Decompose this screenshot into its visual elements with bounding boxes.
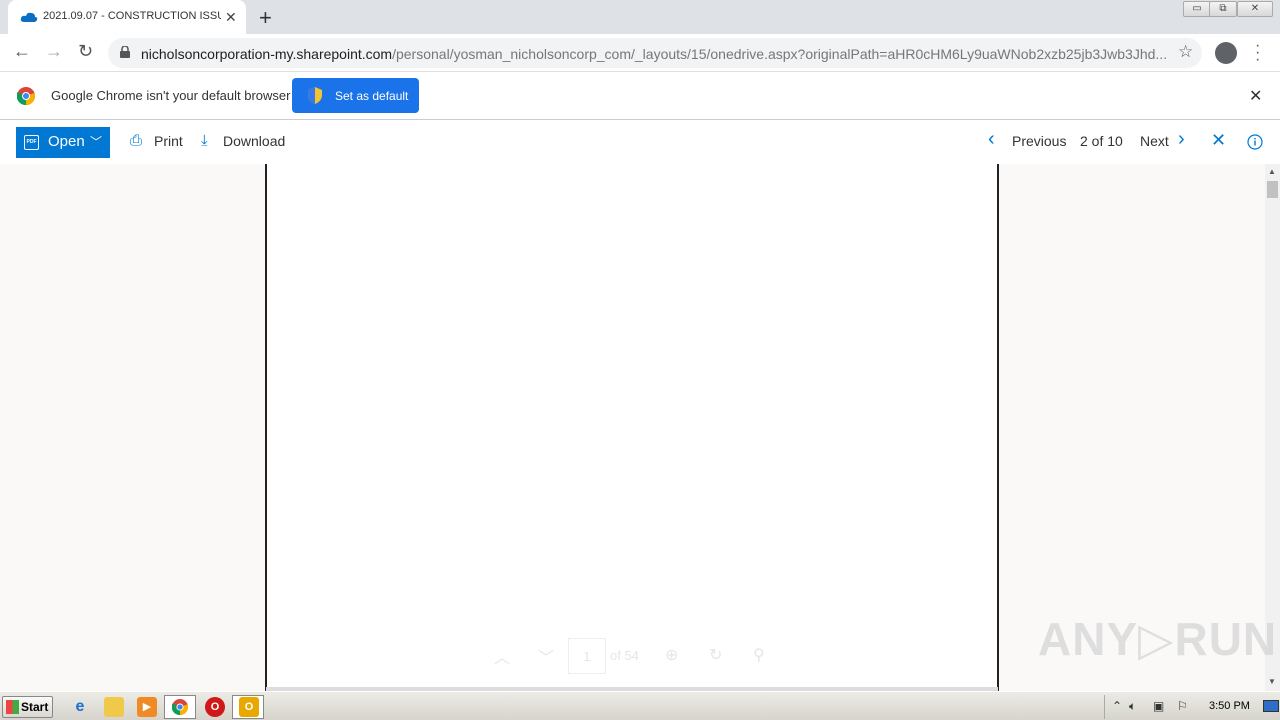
item-position: 2 of 10 xyxy=(1080,133,1123,149)
show-desktop-icon[interactable] xyxy=(1263,700,1279,712)
viewer-command-bar: PDF Open ﹀ ⎙ Print ⤓ Download ‹ Previous… xyxy=(0,121,1280,164)
shield-icon xyxy=(308,87,322,104)
infobar-close-icon[interactable]: ✕ xyxy=(1249,86,1262,106)
infobar-message: Google Chrome isn't your default browser xyxy=(51,88,291,103)
download-button[interactable]: Download xyxy=(223,133,285,149)
print-icon[interactable]: ⎙ xyxy=(130,132,142,149)
zoom-icon[interactable]: ⊕ xyxy=(665,645,678,665)
pdf-page-controls: ︿ ﹀ 1 of 54 ⊕ ↻ ⚲ xyxy=(490,638,780,674)
minimize-button[interactable]: ▭ xyxy=(1183,1,1211,17)
print-button[interactable]: Print xyxy=(154,133,183,149)
chrome-logo-icon xyxy=(17,87,35,105)
system-tray: ⌃ 🔈︎ ▣ ⚐ 3:50 PM xyxy=(1104,695,1280,719)
lock-icon xyxy=(120,46,130,58)
clock[interactable]: 3:50 PM xyxy=(1209,700,1250,712)
open-label: Open xyxy=(48,133,85,150)
new-tab-button[interactable]: + xyxy=(259,5,272,31)
previous-button[interactable]: Previous xyxy=(1012,133,1066,149)
chrome-taskbar-icon xyxy=(172,699,188,715)
chevron-left-icon[interactable]: ‹ xyxy=(988,128,995,151)
url-path: /personal/yosman_nicholsoncorp_com/_layo… xyxy=(392,46,1168,62)
chevron-right-icon[interactable]: › xyxy=(1178,128,1185,151)
tab-strip: 2021.09.07 - CONSTRUCTION ISSUI ✕ + ▭ ⧉ … xyxy=(0,0,1280,34)
pdf-icon: PDF xyxy=(24,135,39,150)
windows-logo-icon xyxy=(6,700,19,714)
start-button[interactable]: Start xyxy=(2,696,53,718)
outlook-icon: O xyxy=(239,697,259,717)
tray-expand-icon[interactable]: ⌃ xyxy=(1112,699,1122,713)
page-number-input[interactable]: 1 xyxy=(568,638,606,674)
open-button[interactable]: PDF Open ﹀ xyxy=(16,127,110,158)
tab-close-icon[interactable]: ✕ xyxy=(225,9,237,26)
media-player-icon[interactable]: ▶ xyxy=(137,697,157,717)
scroll-down-icon[interactable]: ▼ xyxy=(1268,677,1276,686)
outlook-taskbar-button[interactable]: O xyxy=(232,695,264,719)
anyrun-watermark: ANY▷RUN xyxy=(1038,613,1278,665)
bookmark-star-icon[interactable]: ☆ xyxy=(1178,42,1193,62)
default-browser-infobar: Google Chrome isn't your default browser… xyxy=(0,72,1280,120)
browser-menu-icon[interactable]: · · · xyxy=(1255,38,1260,68)
back-button[interactable]: ← xyxy=(13,41,31,62)
pdf-page xyxy=(265,164,999,691)
previous-page-icon[interactable]: ︿ xyxy=(494,644,510,668)
window-close-button[interactable]: ✕ xyxy=(1237,1,1273,17)
browser-toolbar: ← → ↻ nicholsoncorporation-my.sharepoint… xyxy=(0,34,1280,72)
search-icon[interactable]: ⚲ xyxy=(753,645,765,665)
folder-icon[interactable] xyxy=(104,697,124,717)
set-as-default-button[interactable]: Set as default xyxy=(292,78,419,113)
start-label: Start xyxy=(21,700,49,714)
scroll-up-icon[interactable]: ▲ xyxy=(1268,167,1276,176)
scroll-thumb[interactable] xyxy=(1267,181,1278,198)
set-as-default-label: Set as default xyxy=(335,89,409,103)
windows-taskbar: Start e ▶ O O ⌃ 🔈︎ ▣ ⚐ 3:50 PM xyxy=(0,691,1280,720)
url-text: nicholsoncorporation-my.sharepoint.com/p… xyxy=(141,46,1167,62)
opera-icon[interactable]: O xyxy=(205,697,225,717)
close-viewer-icon[interactable]: ✕ xyxy=(1211,130,1226,151)
network-icon[interactable]: ▣ xyxy=(1153,699,1164,713)
chrome-taskbar-button[interactable] xyxy=(164,695,196,719)
url-host: nicholsoncorporation-my.sharepoint.com xyxy=(141,46,393,62)
next-button[interactable]: Next xyxy=(1140,133,1169,149)
restore-button[interactable]: ⧉ xyxy=(1209,1,1237,17)
active-tab[interactable]: 2021.09.07 - CONSTRUCTION ISSUI ✕ xyxy=(8,0,246,34)
rotate-icon[interactable]: ↻ xyxy=(709,645,722,665)
info-icon[interactable] xyxy=(1247,134,1263,150)
tab-title: 2021.09.07 - CONSTRUCTION ISSUI xyxy=(43,10,221,22)
address-bar[interactable]: nicholsoncorporation-my.sharepoint.com/p… xyxy=(108,38,1202,68)
next-page-icon[interactable]: ﹀ xyxy=(538,644,554,668)
chevron-down-icon: ﹀ xyxy=(90,135,103,149)
download-icon[interactable]: ⤓ xyxy=(201,132,208,149)
page-total: of 54 xyxy=(610,648,639,663)
internet-explorer-icon[interactable]: e xyxy=(70,697,90,717)
profile-avatar[interactable] xyxy=(1215,42,1237,64)
reload-button[interactable]: ↻ xyxy=(78,41,93,62)
onedrive-icon xyxy=(20,12,38,22)
volume-icon[interactable]: 🔈︎ xyxy=(1129,699,1136,714)
forward-button[interactable]: → xyxy=(45,41,63,62)
action-center-flag-icon[interactable]: ⚐ xyxy=(1177,699,1188,713)
